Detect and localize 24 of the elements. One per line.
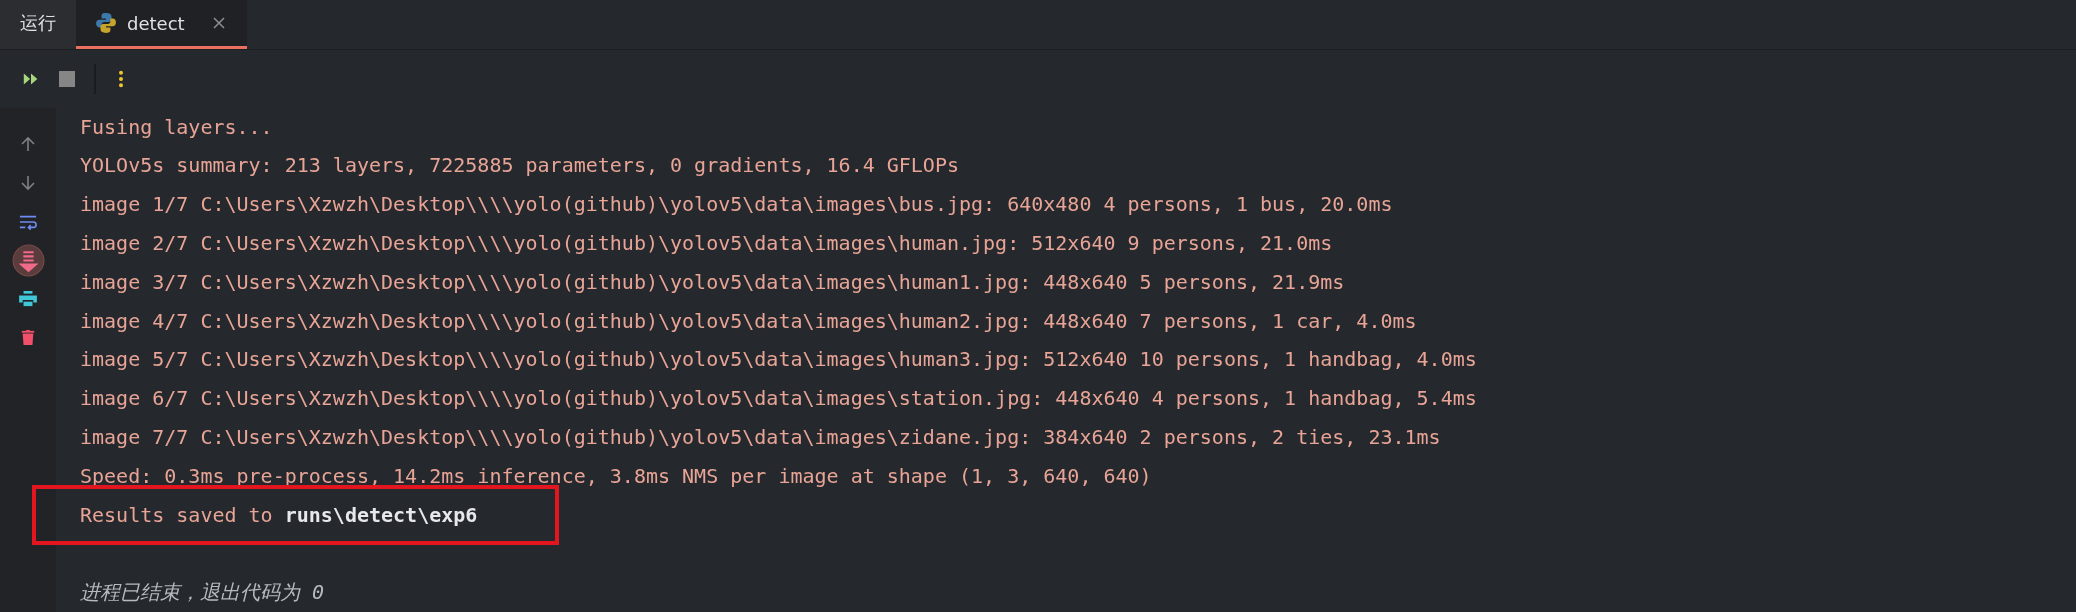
down-arrow-icon[interactable] — [19, 174, 37, 191]
console-line: image 6/7 C:\Users\Xzwzh\Desktop\\\\yolo(github)\yolov5\data\images\station.jpg: 448x640 4 persons, 1 handbag, 5.4ms — [80, 385, 1477, 413]
console-line: image 3/7 C:\Users\Xzwzh\Desktop\\\\yolo(github)\yolov5\data\images\human1.jpg: 448x640 5 persons, 21.9ms — [80, 268, 1345, 296]
print-icon[interactable] — [19, 291, 37, 308]
console-line: Results saved to runs\detect\exp6 — [80, 502, 478, 527]
more-icon[interactable] — [118, 70, 124, 89]
tab[interactable]: 运行 — [0, 0, 76, 50]
stop-icon[interactable] — [58, 71, 76, 88]
console-line: Speed: 0.3ms pre-process, 14.2ms inference, 3.8ms NMS per image at shape (1, 3, 640, 640) — [80, 462, 1152, 490]
up-arrow-icon[interactable] — [19, 136, 37, 153]
soft-wrap-icon[interactable] — [19, 213, 37, 230]
scroll-to-end-icon[interactable] — [11, 243, 45, 277]
exit-message: 进程已结束，退出代码为 0 — [80, 579, 325, 607]
trash-icon[interactable] — [19, 330, 37, 346]
console-line: image 2/7 C:\Users\Xzwzh\Desktop\\\\yolo(github)\yolov5\data\images\human.jpg: 512x640 9 persons, 21.0ms — [80, 230, 1333, 258]
console-line: YOLOv5s summary: 213 layers, 7225885 parameters, 0 gradients, 16.4 GFLOPs — [80, 152, 959, 180]
console-line: image 5/7 C:\Users\Xzwzh\Desktop\\\\yolo(github)\yolov5\data\images\human3.jpg: 512x640 10 persons, 1 handbag, 4.0ms — [80, 346, 1477, 374]
console-line: Fusing layers... — [80, 113, 273, 141]
tab[interactable]: detect — [76, 0, 247, 50]
python-icon — [95, 12, 117, 35]
console-line: image 4/7 C:\Users\Xzwzh\Desktop\\\\yolo(github)\yolov5\data\images\human2.jpg: 448x640 7 persons, 1 car, 4.0ms — [80, 307, 1417, 335]
console-line: image 1/7 C:\Users\Xzwzh\Desktop\\\\yolo(github)\yolov5\data\images\bus.jpg: 640x480 4 persons, 1 bus, 20.0ms — [80, 191, 1393, 219]
close-icon[interactable] — [212, 17, 225, 30]
console-line: image 7/7 C:\Users\Xzwzh\Desktop\\\\yolo(github)\yolov5\data\images\zidane.jpg: 384x640 2 persons, 2 ties, 23.1ms — [80, 424, 1441, 451]
